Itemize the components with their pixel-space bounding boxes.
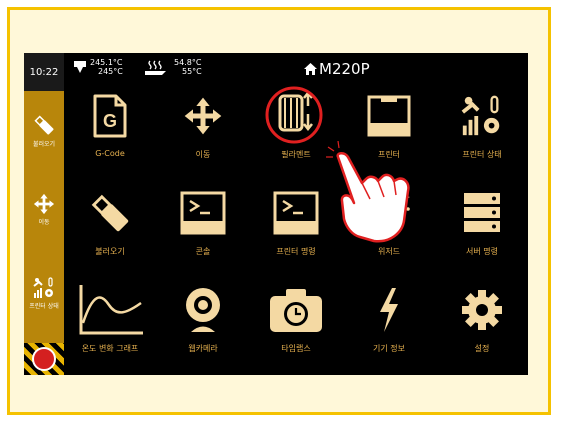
sidebar-item-label: 프린터 상태 bbox=[29, 303, 59, 310]
move-arrows-icon bbox=[184, 97, 222, 135]
bed-target-temp: 55°C bbox=[182, 67, 202, 76]
tile-label: 설정 bbox=[474, 344, 490, 353]
tap-hand-icon bbox=[326, 141, 410, 243]
temperature-graph-icon bbox=[79, 285, 143, 335]
emergency-stop-button[interactable] bbox=[24, 343, 64, 375]
sidebar-item-label: 불러오기 bbox=[32, 141, 56, 148]
tile-label: 프린터 상태 bbox=[462, 150, 502, 159]
device-info-icon bbox=[380, 288, 398, 332]
nozzle-temperature: 245.1°C 245°C bbox=[90, 58, 123, 76]
emergency-stop-icon bbox=[32, 347, 56, 371]
printer-command-icon bbox=[273, 191, 319, 235]
nozzle-target-temp: 245°C bbox=[98, 67, 123, 76]
tile-label: 서버 명령 bbox=[466, 247, 498, 256]
sidebar-item-printer-status[interactable]: 프린터 상태 bbox=[24, 277, 64, 310]
usb-icon bbox=[91, 194, 129, 232]
tile-console[interactable]: 콘솔 bbox=[157, 184, 249, 257]
tile-label: 기기 정보 bbox=[373, 344, 405, 353]
clock: 10:22 bbox=[24, 53, 64, 91]
printer-touchscreen: 10:22 불러오기 이동 프린터 상태 245.1°C 245°C 54.8°… bbox=[24, 53, 528, 375]
tile-settings[interactable]: 설정 bbox=[436, 281, 528, 354]
tile-label: 온도 변화 그래프 bbox=[81, 344, 139, 353]
sidebar-item-load[interactable]: 불러오기 bbox=[24, 113, 64, 148]
tile-label: G-Code bbox=[95, 149, 125, 158]
usb-icon bbox=[34, 115, 54, 135]
bed-current-temp: 54.8°C bbox=[174, 58, 202, 67]
console-icon bbox=[180, 191, 226, 235]
tile-temperature-graph[interactable]: 온도 변화 그래프 bbox=[64, 281, 156, 354]
sidebar-item-move[interactable]: 이동 bbox=[24, 193, 64, 226]
tile-load[interactable]: 불러오기 bbox=[64, 184, 156, 257]
tile-gcode[interactable]: G G-Code bbox=[64, 87, 156, 158]
home-icon[interactable] bbox=[304, 63, 317, 75]
tile-device-info[interactable]: 기기 정보 bbox=[343, 281, 435, 354]
nozzle-current-temp: 245.1°C bbox=[90, 58, 123, 67]
heated-bed-icon bbox=[145, 60, 166, 75]
printer-model-name: M220P bbox=[319, 60, 370, 78]
gcode-file-icon: G bbox=[93, 94, 127, 138]
main-menu-grid: G G-Code 이동 필라멘트 프린터 프린터 상태 불러오기 콘솔 프린터 … bbox=[64, 86, 528, 375]
move-arrows-icon bbox=[33, 193, 55, 215]
server-command-icon bbox=[464, 193, 500, 232]
tile-printer-status[interactable]: 프린터 상태 bbox=[436, 87, 528, 160]
status-bar: 245.1°C 245°C 54.8°C 55°C M220P bbox=[64, 53, 528, 87]
settings-gear-icon bbox=[462, 290, 502, 330]
filament-spool-icon bbox=[265, 86, 323, 144]
tile-label: 불러오기 bbox=[95, 247, 125, 256]
tile-move[interactable]: 이동 bbox=[157, 87, 249, 160]
tile-label: 웹카메라 bbox=[188, 344, 218, 353]
tile-webcam[interactable]: 웹카메라 bbox=[157, 281, 249, 354]
tile-label: 이동 bbox=[195, 150, 211, 159]
tile-server-command[interactable]: 서버 명령 bbox=[436, 184, 528, 257]
printer-status-icon bbox=[33, 277, 53, 298]
sidebar: 10:22 불러오기 이동 프린터 상태 bbox=[24, 53, 64, 375]
sidebar-item-label: 이동 bbox=[38, 219, 50, 226]
webcam-icon bbox=[186, 288, 220, 332]
tile-label: 타임랩스 bbox=[281, 344, 311, 353]
nozzle-icon bbox=[74, 61, 86, 73]
printer-status-icon bbox=[461, 95, 500, 136]
timelapse-camera-icon bbox=[270, 289, 322, 332]
bed-temperature: 54.8°C 55°C bbox=[174, 58, 202, 76]
svg-text:G: G bbox=[103, 111, 117, 131]
printer-icon bbox=[367, 95, 411, 137]
tile-label: 콘솔 bbox=[195, 247, 211, 256]
tile-timelapse[interactable]: 타임랩스 bbox=[250, 281, 342, 354]
